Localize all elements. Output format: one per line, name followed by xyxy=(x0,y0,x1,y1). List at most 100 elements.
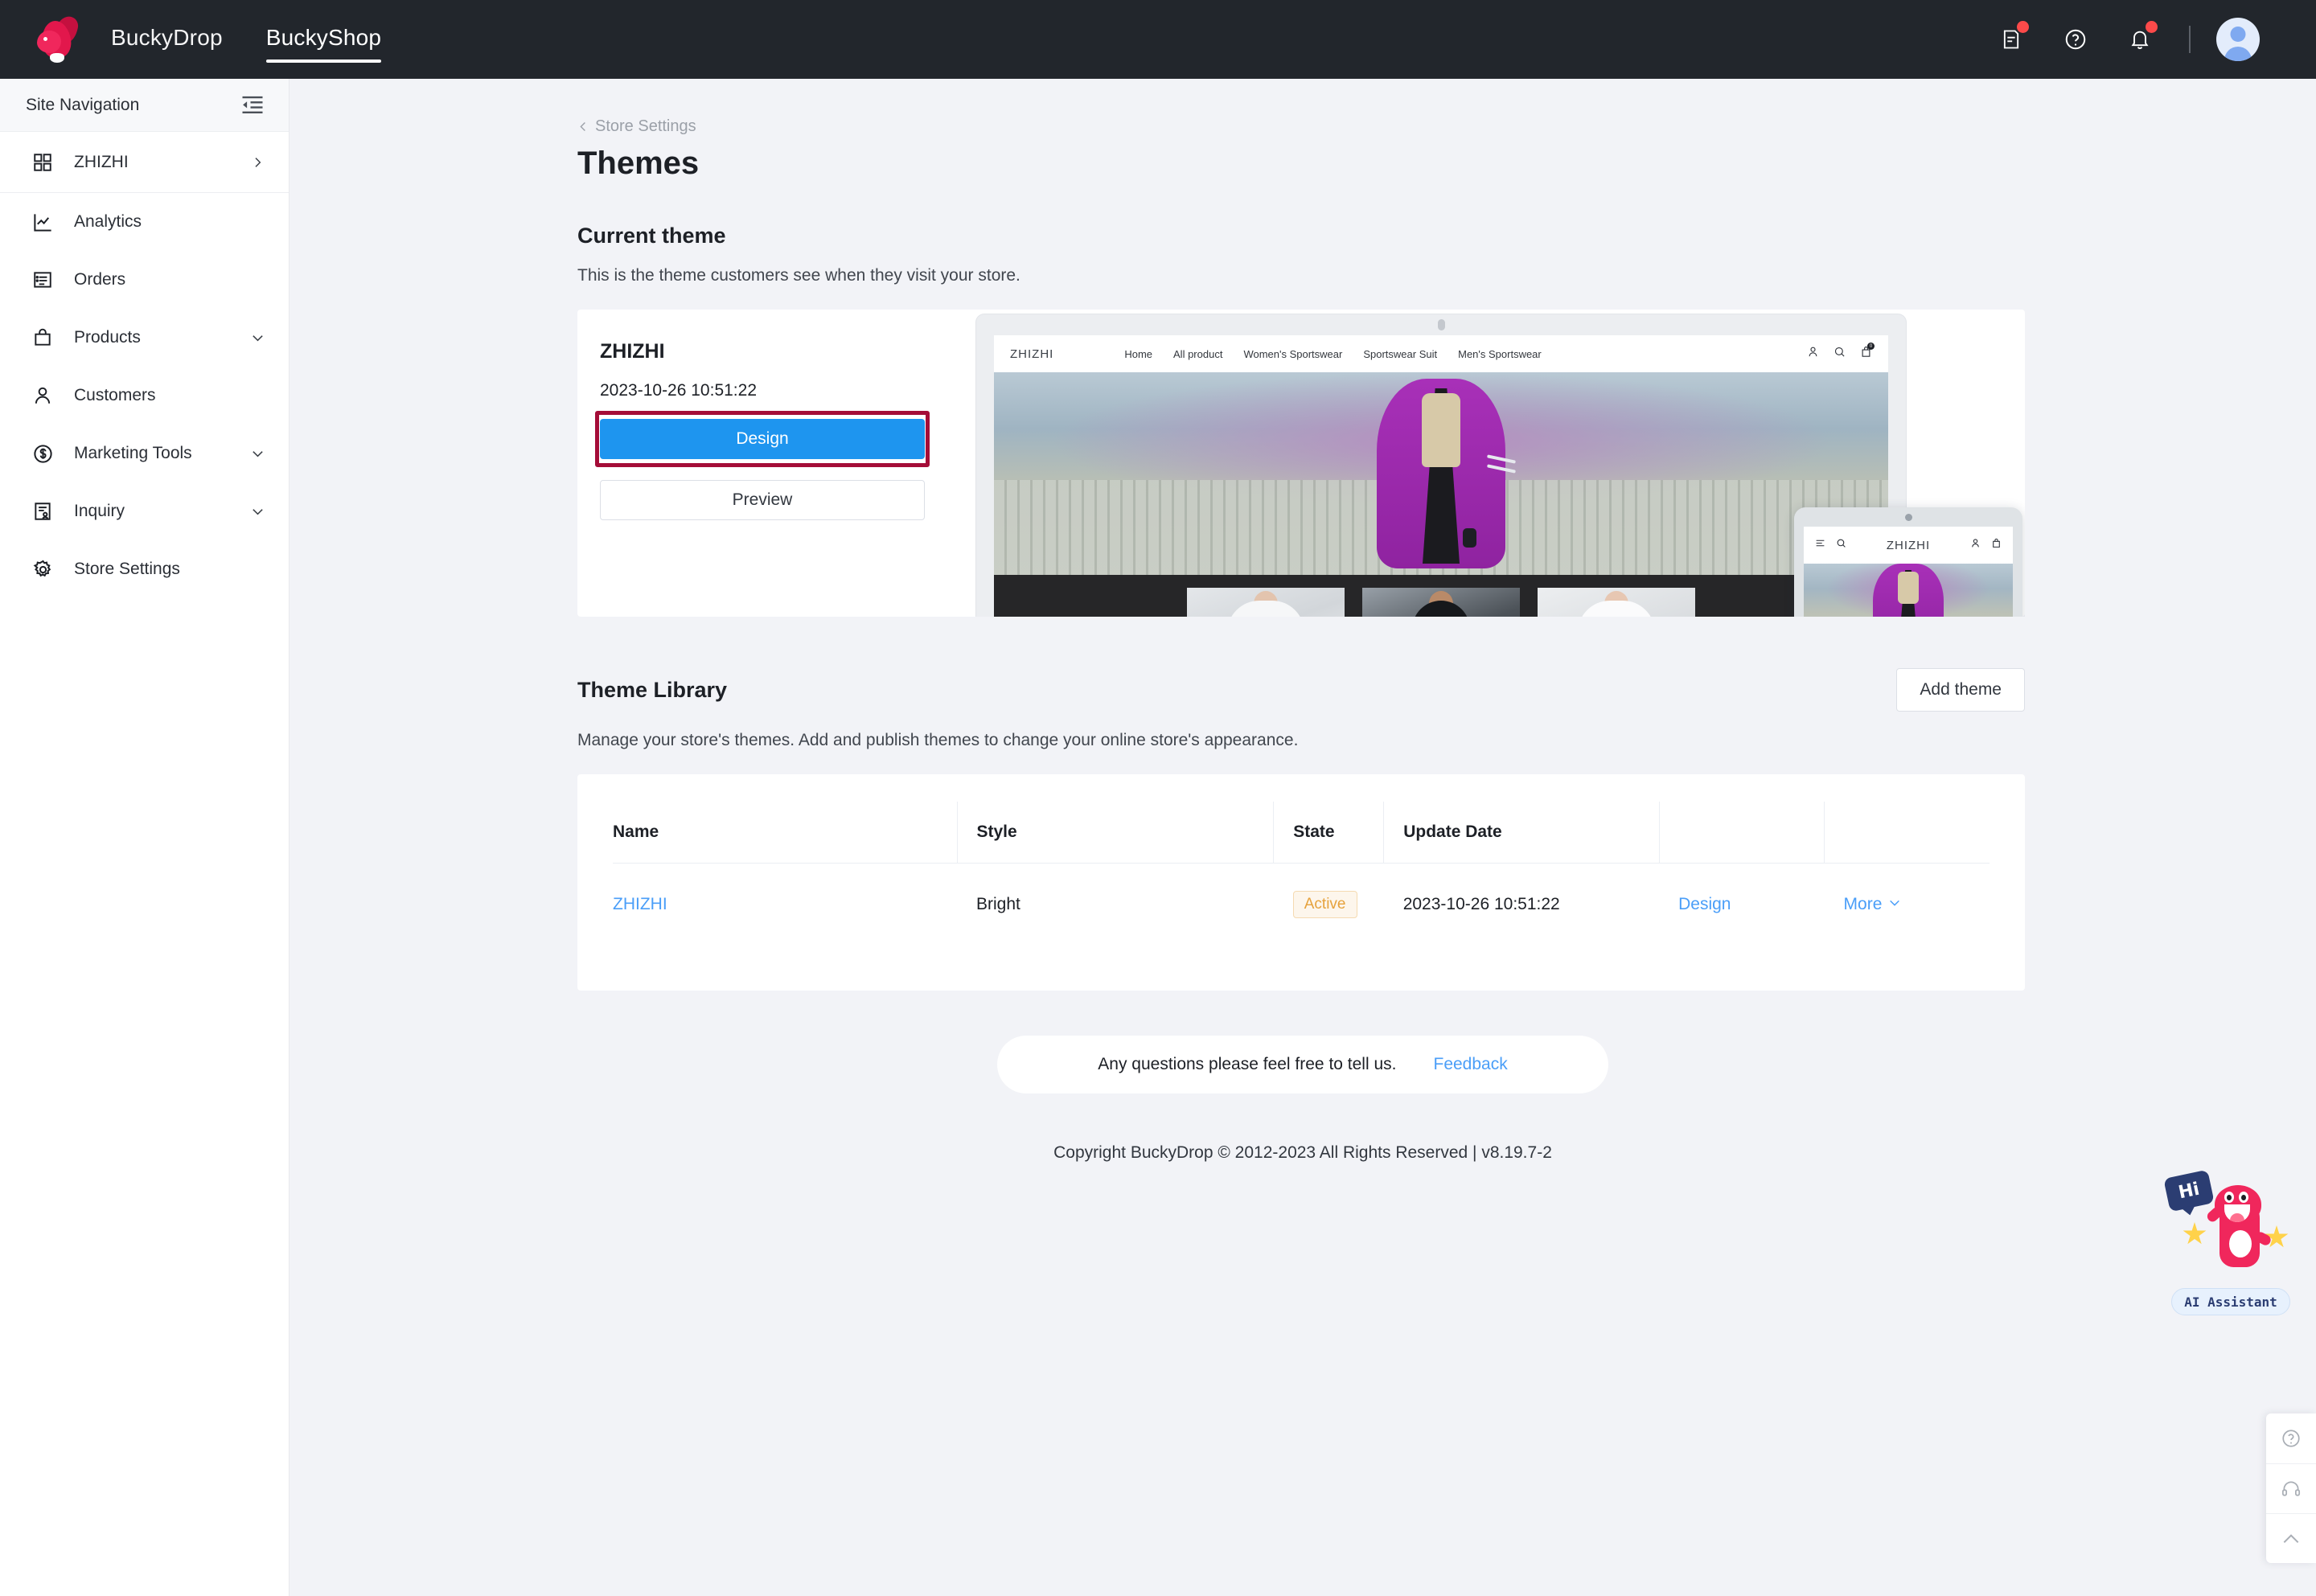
mobile-cart-icon[interactable] xyxy=(1991,538,2002,552)
add-theme-button[interactable]: Add theme xyxy=(1896,668,2025,712)
shop-search-icon[interactable] xyxy=(1834,346,1846,362)
cell-name: ZHIZHI xyxy=(613,864,957,946)
desktop-preview-frame[interactable]: ZHIZHI Home All product Women's Sportswe… xyxy=(976,314,1906,617)
shop-nav-icons: 0 xyxy=(1807,343,1875,362)
cell-design: Design xyxy=(1659,864,1824,946)
current-theme-card: ZHIZHI 2023-10-26 10:51:22 Design Previe… xyxy=(577,310,2025,617)
chevron-down-icon xyxy=(248,329,266,347)
chart-line-icon xyxy=(29,208,56,236)
mobile-frame-bar xyxy=(1794,507,2022,527)
current-theme-date: 2023-10-26 10:51:22 xyxy=(600,381,757,400)
floating-dock xyxy=(2266,1413,2316,1563)
sidebar-item-customers[interactable]: Customers xyxy=(0,367,289,425)
collapse-sidebar-icon[interactable] xyxy=(239,93,266,117)
page-title: Themes xyxy=(577,146,700,181)
brand-tabs: BuckyDrop BuckyShop xyxy=(111,0,425,79)
shop-user-icon[interactable] xyxy=(1807,346,1819,362)
theme-table-container: Name Style State Update Date ZHIZHI Brig… xyxy=(577,774,2025,991)
list-box-icon xyxy=(29,266,56,293)
top-bar-actions xyxy=(1969,0,2316,79)
desktop-frame-bar xyxy=(976,314,1906,335)
sidebar-item-zhizhi[interactable]: ZHIZHI xyxy=(0,132,289,193)
shop-showcase xyxy=(994,575,1888,617)
breadcrumb-label: Store Settings xyxy=(595,117,696,135)
dollar-circle-icon xyxy=(29,440,56,467)
sidebar-item-label: Marketing Tools xyxy=(74,444,192,462)
feedback-link[interactable]: Feedback xyxy=(1434,1055,1508,1074)
desktop-preview-screen: ZHIZHI Home All product Women's Sportswe… xyxy=(994,335,1888,617)
mobile-shop-nav: ZHIZHI xyxy=(1804,527,2013,564)
status-badge: Active xyxy=(1292,891,1357,918)
sidebar: Site Navigation ZHIZHI Analytics Orders … xyxy=(0,79,290,1596)
table-row: ZHIZHI Bright Active 2023-10-26 10:51:22… xyxy=(613,864,1990,946)
column-header-actions-2 xyxy=(1824,802,1990,864)
design-button[interactable]: Design xyxy=(600,419,925,459)
copyright-text: Copyright BuckyDrop © 2012-2023 All Righ… xyxy=(1053,1143,1552,1162)
theme-name-link[interactable]: ZHIZHI xyxy=(613,895,667,913)
feedback-bar: Any questions please feel free to tell u… xyxy=(997,1036,1608,1093)
shop-nav-item[interactable]: Women's Sportswear xyxy=(1243,348,1342,360)
theme-table: Name Style State Update Date ZHIZHI Brig… xyxy=(613,802,1990,946)
headset-icon[interactable] xyxy=(2266,1463,2316,1513)
showcase-product[interactable] xyxy=(1538,588,1695,617)
row-more-link[interactable]: More xyxy=(1844,895,1883,914)
current-theme-name: ZHIZHI xyxy=(600,340,665,363)
column-header-state: State xyxy=(1273,802,1384,864)
sidebar-item-inquiry[interactable]: Inquiry xyxy=(0,482,289,540)
table-body: ZHIZHI Bright Active 2023-10-26 10:51:22… xyxy=(613,864,1990,946)
sidebar-item-label: Inquiry xyxy=(74,502,125,520)
sidebar-item-orders[interactable]: Orders xyxy=(0,251,289,309)
chevron-down-icon[interactable] xyxy=(1888,895,1901,914)
sidebar-item-store-settings[interactable]: Store Settings xyxy=(0,540,289,598)
note-icon[interactable] xyxy=(1990,18,2033,61)
sidebar-item-label: Products xyxy=(74,328,141,347)
showcase-product[interactable] xyxy=(1362,588,1520,617)
help-circle-icon[interactable] xyxy=(2266,1413,2316,1463)
column-header-actions-1 xyxy=(1658,802,1825,864)
mobile-shop-logo: ZHIZHI xyxy=(1886,538,1931,552)
scroll-top-icon[interactable] xyxy=(2266,1513,2316,1563)
sidebar-item-label: ZHIZHI xyxy=(74,152,129,171)
preview-button[interactable]: Preview xyxy=(600,480,925,520)
mobile-user-icon[interactable] xyxy=(1970,538,1981,552)
column-header-update-date: Update Date xyxy=(1383,802,1660,864)
cell-state: Active xyxy=(1274,864,1384,946)
bell-icon[interactable] xyxy=(2118,18,2162,61)
shop-nav-item[interactable]: All product xyxy=(1173,348,1222,360)
ai-assistant-widget[interactable]: Hi AI Assistant xyxy=(2163,1164,2298,1317)
inquiry-icon xyxy=(29,498,56,525)
chevron-down-icon xyxy=(248,445,266,462)
gear-icon xyxy=(29,556,56,583)
sidebar-item-label: Analytics xyxy=(74,212,142,231)
mobile-menu-icon[interactable] xyxy=(1815,538,1825,552)
chevron-right-icon xyxy=(248,154,266,171)
theme-library-description: Manage your store's themes. Add and publ… xyxy=(577,731,1299,749)
breadcrumb[interactable]: Store Settings xyxy=(577,117,696,136)
shop-nav-item[interactable]: Men's Sportswear xyxy=(1458,348,1542,360)
current-theme-description: This is the theme customers see when the… xyxy=(577,266,1020,285)
shop-logo: ZHIZHI xyxy=(1010,347,1054,361)
tab-buckyshop[interactable]: BuckyShop xyxy=(265,0,382,79)
shop-nav-item[interactable]: Sportswear Suit xyxy=(1363,348,1437,360)
column-header-style: Style xyxy=(956,802,1274,864)
help-circle-icon[interactable] xyxy=(2054,18,2097,61)
tab-buckydrop[interactable]: BuckyDrop xyxy=(111,0,223,79)
main-content: Store Settings Themes Current theme This… xyxy=(290,79,2316,1596)
user-avatar[interactable] xyxy=(2216,18,2260,61)
store-preview-area: ZHIZHI Home All product Women's Sportswe… xyxy=(962,310,2025,617)
shop-nav-item[interactable]: Home xyxy=(1124,348,1152,360)
mobile-search-icon[interactable] xyxy=(1836,538,1846,552)
note-badge xyxy=(2017,21,2029,33)
shop-cart-icon[interactable]: 0 xyxy=(1860,343,1875,362)
sidebar-item-products[interactable]: Products xyxy=(0,309,289,367)
mobile-preview-frame[interactable]: ZHIZHI xyxy=(1794,507,2022,617)
buckydrop-logo-icon[interactable] xyxy=(34,14,84,64)
showcase-product[interactable] xyxy=(1187,588,1345,617)
current-theme-info: ZHIZHI 2023-10-26 10:51:22 Design Previe… xyxy=(577,310,962,617)
sidebar-item-marketing-tools[interactable]: Marketing Tools xyxy=(0,425,289,482)
mobile-hero-banner xyxy=(1804,564,2013,617)
star-icon xyxy=(2183,1222,2207,1245)
row-design-link[interactable]: Design xyxy=(1678,895,1731,913)
sidebar-title: Site Navigation xyxy=(26,95,140,114)
sidebar-item-analytics[interactable]: Analytics xyxy=(0,193,289,251)
